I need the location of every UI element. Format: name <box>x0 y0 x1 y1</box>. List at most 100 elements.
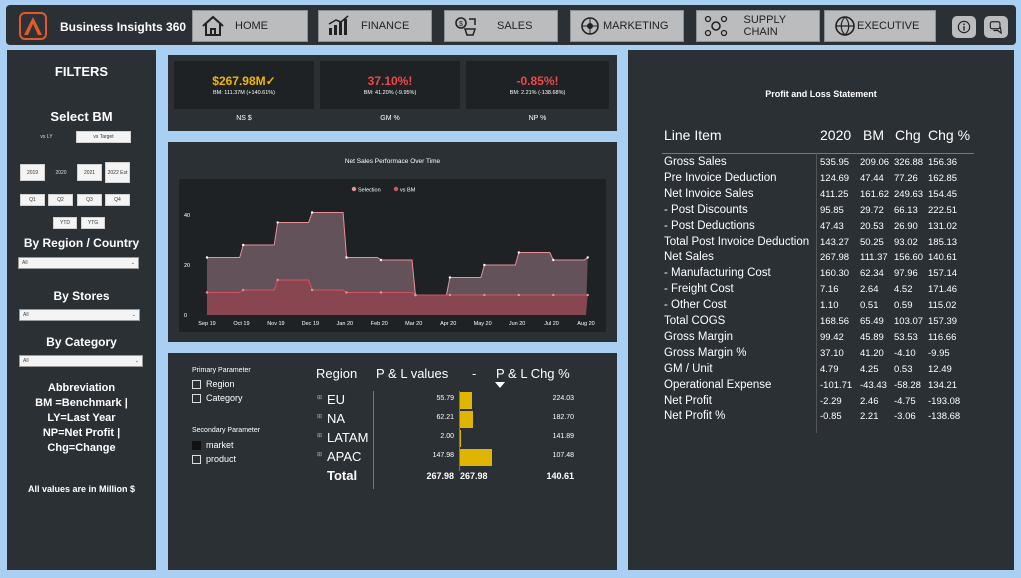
pl-values-col-header: P & L values <box>376 366 449 381</box>
checkbox-checked-icon <box>192 440 201 450</box>
pnl-value-cell: -4.75 <box>894 396 916 407</box>
region-total-value-2: 267.98 <box>460 471 488 481</box>
chevron-down-icon: ⌄ <box>134 358 139 364</box>
period-ytg-button[interactable]: YTG <box>81 217 105 229</box>
x-tick-label: Jan 20 <box>337 321 354 327</box>
abbreviation-title: Abbreviation <box>47 382 116 394</box>
pnl-value-cell: 7.16 <box>820 284 839 295</box>
expand-icon[interactable]: ⊞ <box>317 394 322 401</box>
nav-home-button[interactable]: HOME <box>192 10 308 42</box>
legend-label: Selection <box>358 188 381 194</box>
y-tick-label: 0 <box>184 313 187 319</box>
bm-point <box>379 291 383 294</box>
selection-point <box>241 243 245 247</box>
nav-sales-label: SALES <box>497 20 533 32</box>
pnl-line-item: Gross Margin <box>664 331 734 343</box>
nav-marketing-button[interactable]: MARKETING <box>570 10 684 42</box>
expand-icon[interactable]: ⊞ <box>317 432 322 439</box>
checkbox-icon <box>192 393 201 403</box>
nav-supply-chain-button[interactable]: SUPPLY CHAIN <box>696 10 820 42</box>
pnl-value-cell: 66.13 <box>894 205 918 216</box>
year-2021-button[interactable]: 2021 <box>77 164 102 181</box>
quarter-q1-button[interactable]: Q1 <box>20 194 45 206</box>
pnl-value-cell: 97.96 <box>894 268 918 279</box>
nav-finance-button[interactable]: FINANCE <box>318 10 432 42</box>
quarter-q4-button[interactable]: Q4 <box>105 194 130 206</box>
app-title: Business Insights 360 <box>60 20 187 34</box>
pnl-value-cell: -4.10 <box>894 348 916 359</box>
region-row-bar <box>460 392 473 409</box>
region-dropdown-value: All <box>22 260 28 266</box>
pnl-line-item: Net Profit % <box>664 410 726 422</box>
chart-title: Net Sales Performace Over Time <box>344 158 441 165</box>
pnl-title: Profit and Loss Statement <box>765 89 877 99</box>
year-2022-est-button[interactable]: 2022 Est <box>105 162 130 183</box>
bm-point <box>414 293 417 297</box>
pnl-line-item: Gross Margin % <box>664 347 747 359</box>
param-region-label: Region <box>206 379 235 389</box>
pnl-value-cell: 2.46 <box>860 396 879 407</box>
bm-point <box>483 293 486 297</box>
nav-home-label: HOME <box>235 20 268 32</box>
pnl-value-cell: 185.13 <box>928 237 958 248</box>
selection-point <box>483 263 486 267</box>
param-product-option[interactable]: product <box>192 454 236 464</box>
bm-option-vs-ly[interactable]: vs LY <box>19 131 74 143</box>
pl-chg-col-header: P & L Chg % <box>496 366 570 381</box>
pnl-value-cell: 131.02 <box>928 221 958 232</box>
y-tick-label: 20 <box>184 263 190 269</box>
x-tick-label: Mar 20 <box>405 321 422 327</box>
selection-point <box>345 256 348 259</box>
pnl-statement-panel: Profit and Loss Statement Line Item 2020… <box>628 50 1014 570</box>
pnl-value-cell: 53.53 <box>894 332 918 343</box>
x-tick-label: Jul 20 <box>544 321 559 327</box>
pnl-value-cell: 47.44 <box>860 173 884 184</box>
year-2020-button[interactable]: 2020 <box>48 164 74 181</box>
region-col-header: Region <box>316 366 358 381</box>
year-2019-button[interactable]: 2019 <box>20 164 45 181</box>
param-category-option[interactable]: Category <box>192 393 243 403</box>
pnl-value-cell: 249.63 <box>894 189 924 200</box>
nav-executive-button[interactable]: EXECUTIVE <box>824 10 936 42</box>
stores-dropdown[interactable]: All ⌄ <box>19 309 140 321</box>
logo-icon <box>24 17 42 35</box>
period-ytd-button[interactable]: YTD <box>53 217 77 229</box>
legend-marker <box>393 186 399 192</box>
bm-point <box>552 293 555 297</box>
pnl-value-cell: 95.85 <box>820 205 844 216</box>
pnl-value-cell: 171.46 <box>928 284 958 295</box>
x-tick-label: Dec 19 <box>302 321 319 327</box>
quarter-q3-button[interactable]: Q3 <box>77 194 102 206</box>
pnl-value-cell: -9.95 <box>928 348 950 359</box>
quarter-q2-button[interactable]: Q2 <box>48 194 73 206</box>
expand-icon[interactable]: ⊞ <box>317 451 322 458</box>
pnl-value-cell: 77.26 <box>894 173 918 184</box>
nav-sales-button[interactable]: $ SALES <box>444 10 558 42</box>
param-market-option[interactable]: market <box>192 440 234 450</box>
bm-option-vs-target[interactable]: vs Target <box>76 131 131 143</box>
pnl-line-item: - Manufacturing Cost <box>664 267 771 279</box>
legend-label: vs BM <box>400 188 416 194</box>
info-button[interactable] <box>952 16 976 38</box>
region-dropdown[interactable]: All ⌄ <box>18 257 139 269</box>
x-tick-label: May 20 <box>474 321 492 327</box>
sort-desc-icon[interactable] <box>495 382 505 388</box>
sales-icon: $ <box>451 13 479 39</box>
region-row-chg: 141.89 <box>552 433 574 440</box>
region-total-value: 267.98 <box>426 471 454 481</box>
param-product-label: product <box>206 454 237 464</box>
pnl-value-cell: -2.29 <box>820 396 842 407</box>
x-tick-label: Aug 20 <box>577 321 594 327</box>
param-region-option[interactable]: Region <box>192 379 235 389</box>
category-dropdown[interactable]: All ⌄ <box>19 355 143 367</box>
pnl-value-cell: 157.14 <box>928 268 958 279</box>
kpi-panel: $267.98M✓ BM: 111.37M (+140.61%) 37.10%!… <box>168 55 617 131</box>
pnl-value-cell: 156.36 <box>928 157 958 168</box>
expand-icon[interactable]: ⊞ <box>317 413 322 420</box>
finance-chart-icon <box>325 13 353 39</box>
pnl-value-cell: -58.28 <box>894 380 921 391</box>
supply-chain-icon <box>703 13 730 39</box>
pnl-value-cell: 37.10 <box>820 348 844 359</box>
region-row-bar <box>460 411 474 428</box>
help-chat-button[interactable] <box>984 16 1008 38</box>
